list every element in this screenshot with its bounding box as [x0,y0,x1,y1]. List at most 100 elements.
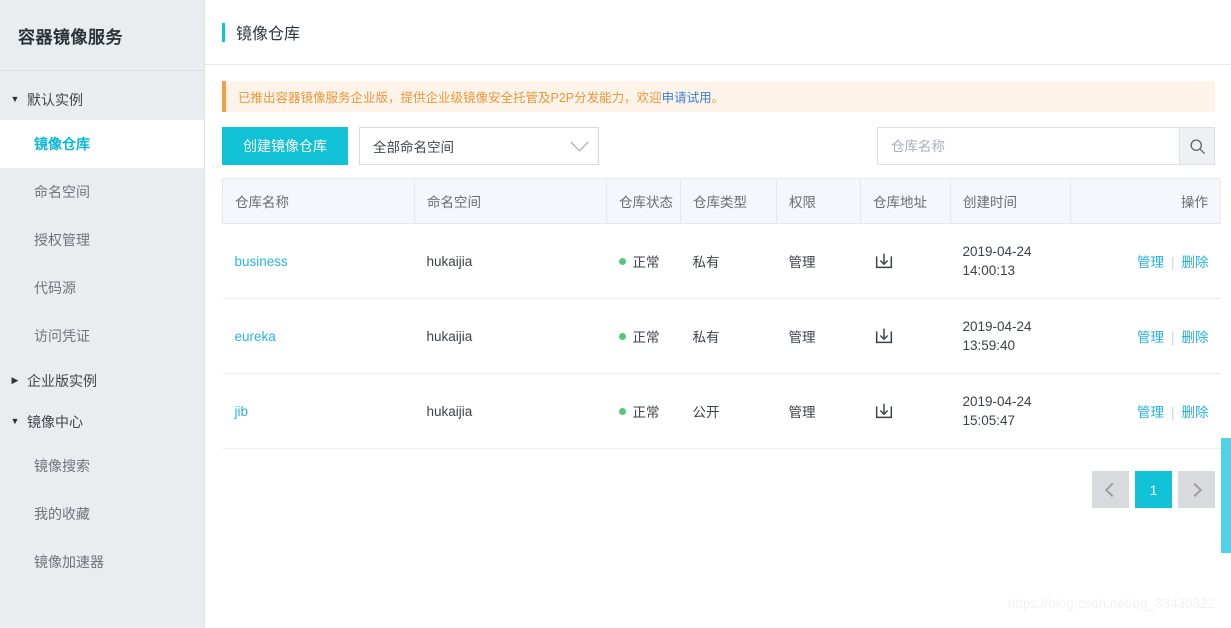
repository-link[interactable]: business [235,254,288,269]
cell-operations: 管理 | 删除 [1070,373,1221,449]
status-label: 正常 [632,255,660,270]
sidebar-item-label: 授权管理 [34,232,90,248]
sidebar-item-image-accelerator[interactable]: 镜像加速器 [0,538,204,586]
cell-address [860,298,951,374]
sidebar-group-label: 企业版实例 [27,372,97,389]
delete-link[interactable]: 删除 [1182,405,1209,420]
caret-down-icon: ▼ [10,416,20,426]
cell-operations: 管理 | 删除 [1070,223,1221,299]
chevron-down-icon [570,132,589,151]
cell-namespace: hukaijia [414,373,607,449]
col-type: 仓库类型 [680,178,777,224]
status-badge: 正常 [618,326,681,346]
col-created-time: 创建时间 [950,178,1071,224]
sidebar-nav: ▼ 默认实例 镜像仓库 命名空间 授权管理 代码源 访问凭证 ▶ 企业版实例 ▼… [0,71,204,586]
search-input[interactable] [877,127,1179,165]
download-icon[interactable] [873,400,895,422]
status-dot-icon [618,407,626,415]
apply-trial-link[interactable]: 申请试用 [662,87,712,106]
sidebar-item-image-search[interactable]: 镜像搜索 [0,442,204,490]
op-separator: | [1170,330,1175,345]
created-date: 2019-04-24 [962,319,1032,334]
repository-link[interactable]: jib [235,404,249,419]
cell-namespace: hukaijia [414,298,607,374]
created-date: 2019-04-24 [962,244,1032,259]
sidebar-group-enterprise-instance[interactable]: ▶ 企业版实例 [0,360,204,401]
pagination-prev-button[interactable] [1092,471,1129,508]
sidebar-item-namespace[interactable]: 命名空间 [0,168,204,216]
delete-link[interactable]: 删除 [1182,255,1209,270]
status-badge: 正常 [618,251,681,271]
search-box [877,127,1215,165]
page-title: 镜像仓库 [236,26,301,43]
table-body: business hukaijia 正常 私有 管理 2019-04-24 14… [222,223,1221,449]
cell-status: 正常 [606,373,681,449]
search-icon [1189,138,1205,154]
table-head: 仓库名称 命名空间 仓库状态 仓库类型 权限 仓库地址 创建时间 操作 [222,178,1221,224]
status-label: 正常 [632,330,660,345]
cell-type: 私有 [680,223,777,299]
sidebar-item-label: 命名空间 [34,184,90,200]
title-accent-bar [222,22,225,42]
cell-address [860,223,951,299]
sidebar-item-label: 镜像仓库 [34,136,90,152]
page-root: 容器镜像服务 ▼ 默认实例 镜像仓库 命名空间 授权管理 代码源 访问凭证 ▶ … [0,0,1231,628]
sidebar-item-authorization[interactable]: 授权管理 [0,216,204,264]
download-icon[interactable] [873,325,895,347]
cell-address [860,373,951,449]
sidebar-item-image-repository[interactable]: 镜像仓库 [0,120,204,168]
sidebar-group-label: 默认实例 [27,91,83,108]
repository-table: 仓库名称 命名空间 仓库状态 仓库类型 权限 仓库地址 创建时间 操作 busi… [222,178,1221,449]
download-icon[interactable] [873,250,895,272]
sidebar-item-label: 镜像搜索 [34,458,90,474]
repository-table-container: 仓库名称 命名空间 仓库状态 仓库类型 权限 仓库地址 创建时间 操作 busi… [205,165,1231,449]
pagination-page-1[interactable]: 1 [1135,471,1172,508]
sidebar-item-label: 代码源 [34,280,76,296]
op-separator: | [1170,255,1175,270]
sidebar-group-default-instance[interactable]: ▼ 默认实例 [0,79,204,120]
promo-text-before: 已推出容器镜像服务企业版，提供企业级镜像安全托管及P2P分发能力，欢迎 [238,91,662,105]
repository-link[interactable]: eureka [235,329,276,344]
cell-namespace: hukaijia [414,223,607,299]
status-dot-icon [618,257,626,265]
cell-operations: 管理 | 删除 [1070,298,1221,374]
main-content: 镜像仓库 已推出容器镜像服务企业版，提供企业级镜像安全托管及P2P分发能力，欢迎… [205,0,1231,628]
chevron-left-icon [1104,482,1120,497]
created-date: 2019-04-24 [962,394,1032,409]
sidebar-item-my-favorites[interactable]: 我的收藏 [0,490,204,538]
created-clock: 15:05:47 [962,413,1016,428]
pagination-next-button[interactable] [1178,471,1215,508]
col-repo-name: 仓库名称 [222,178,415,224]
manage-link[interactable]: 管理 [1137,405,1164,420]
cell-type: 公开 [680,373,777,449]
toolbar: 创建镜像仓库 全部命名空间 [205,112,1231,165]
cell-repo-name: business [222,223,415,299]
table-header-row: 仓库名称 命名空间 仓库状态 仓库类型 权限 仓库地址 创建时间 操作 [222,178,1221,224]
manage-link[interactable]: 管理 [1137,330,1164,345]
search-button[interactable] [1179,127,1215,165]
col-namespace: 命名空间 [414,178,607,224]
delete-link[interactable]: 删除 [1182,330,1209,345]
sidebar-item-access-credential[interactable]: 访问凭证 [0,312,204,360]
created-clock: 14:00:13 [962,263,1016,278]
col-status: 仓库状态 [606,178,681,224]
sidebar-item-label: 访问凭证 [34,328,90,344]
col-permission: 权限 [776,178,861,224]
sidebar-item-label: 我的收藏 [34,506,90,522]
cell-permission: 管理 [776,223,861,299]
create-repository-button[interactable]: 创建镜像仓库 [222,127,348,165]
chevron-right-icon [1187,482,1203,497]
namespace-select[interactable]: 全部命名空间 [359,127,599,165]
sidebar-group-label: 镜像中心 [27,413,83,430]
side-widget-tab[interactable] [1221,438,1231,553]
caret-right-icon: ▶ [11,375,19,385]
sidebar-item-code-source[interactable]: 代码源 [0,264,204,312]
cell-type: 私有 [680,298,777,374]
table-row: eureka hukaijia 正常 私有 管理 2019-04-24 13:5… [222,298,1221,374]
table-row: business hukaijia 正常 私有 管理 2019-04-24 14… [222,223,1221,299]
sidebar-group-image-center[interactable]: ▼ 镜像中心 [0,401,204,442]
manage-link[interactable]: 管理 [1137,255,1164,270]
created-clock: 13:59:40 [962,338,1016,353]
sidebar: 容器镜像服务 ▼ 默认实例 镜像仓库 命名空间 授权管理 代码源 访问凭证 ▶ … [0,0,205,628]
watermark: https://blog.csdn.net/qq_33430322 [1007,596,1215,611]
